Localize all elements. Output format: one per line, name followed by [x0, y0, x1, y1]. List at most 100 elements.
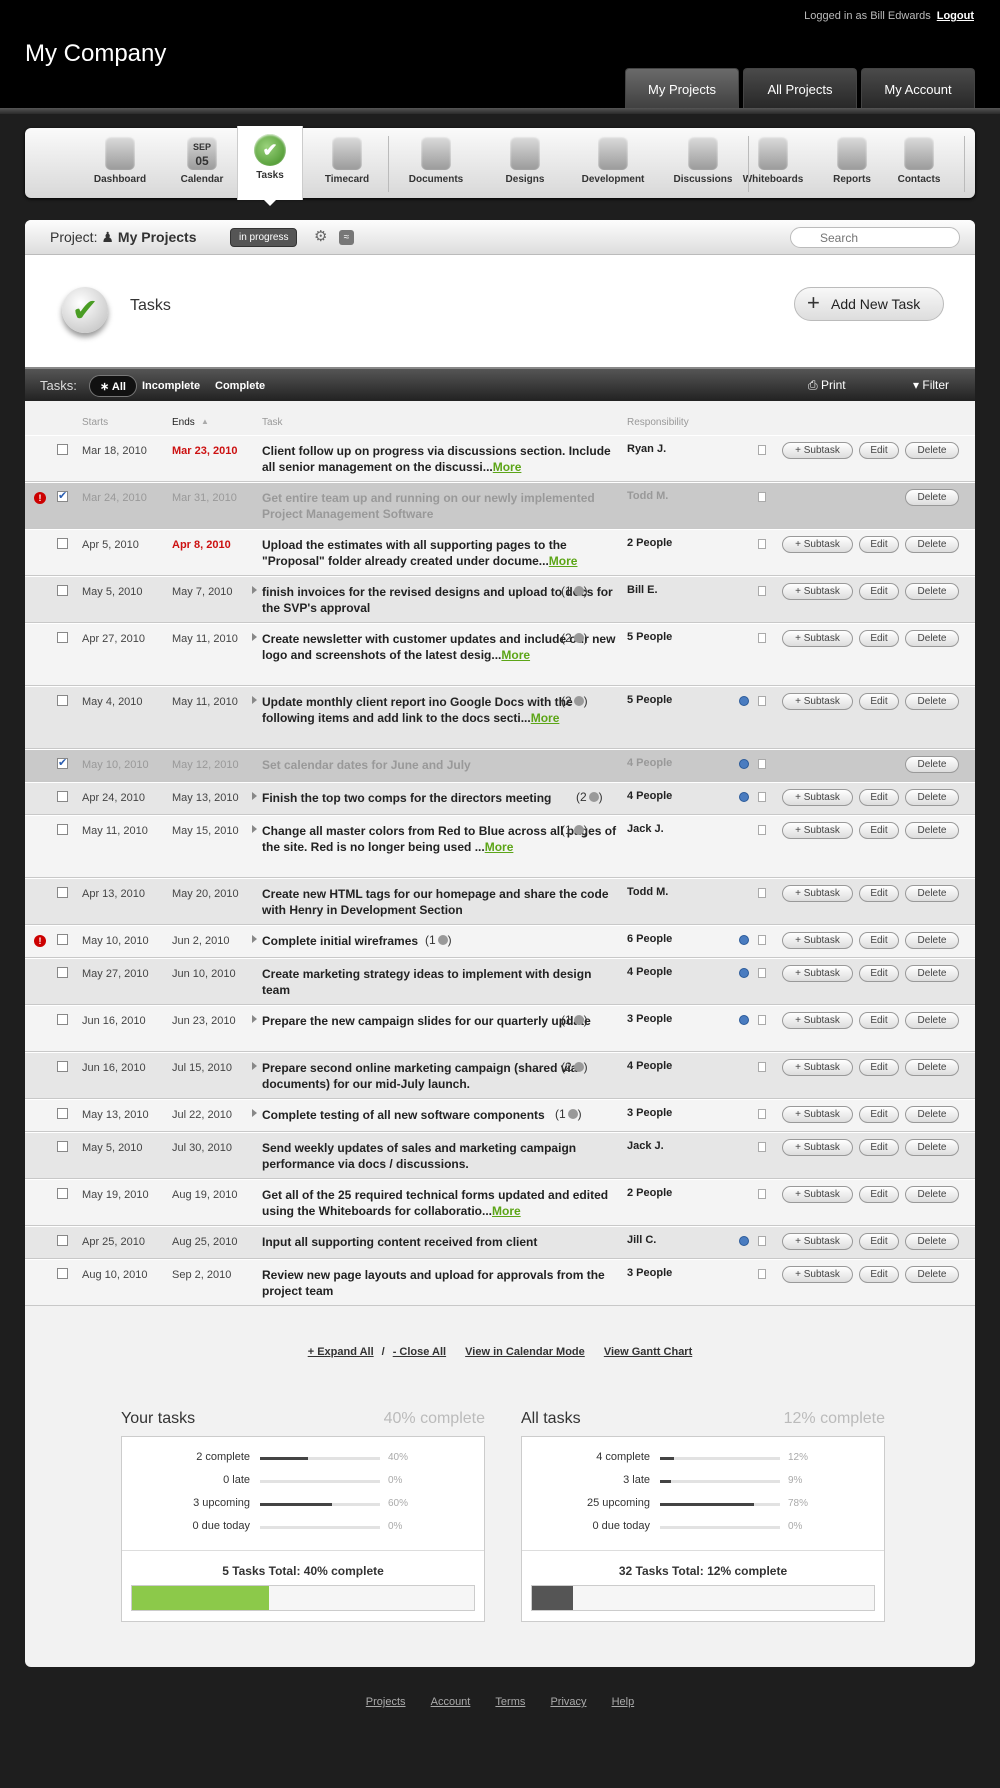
footer-terms-link[interactable]: Terms [495, 1696, 525, 1708]
subtask-button[interactable]: + Subtask [782, 583, 853, 600]
task-checkbox[interactable] [57, 444, 68, 455]
subtask-button[interactable]: + Subtask [782, 693, 853, 710]
delete-button[interactable]: Delete [905, 489, 959, 506]
document-icon[interactable] [758, 539, 766, 549]
toolbar-timecard[interactable]: Timecard [308, 128, 386, 198]
task-checkbox[interactable] [57, 756, 68, 769]
filter-button[interactable]: ▾ Filter [913, 378, 949, 392]
sort-arrow-icon[interactable]: ▲ [201, 417, 209, 426]
task-title[interactable]: Get all of the 25 required technical for… [262, 1188, 608, 1218]
document-icon[interactable] [758, 792, 766, 802]
delete-button[interactable]: Delete [905, 1059, 959, 1076]
subtask-count[interactable]: (2) [561, 694, 588, 708]
toolbar-documents[interactable]: Documents [390, 128, 482, 198]
subtask-button[interactable]: + Subtask [782, 1106, 853, 1123]
document-icon[interactable] [758, 1109, 766, 1119]
gantt-chart-link[interactable]: View Gantt Chart [604, 1346, 692, 1358]
expand-arrow-icon[interactable] [252, 633, 257, 641]
document-icon[interactable] [758, 1189, 766, 1199]
document-icon[interactable] [758, 586, 766, 596]
task-title[interactable]: Complete testing of all new software com… [262, 1108, 545, 1122]
expand-arrow-icon[interactable] [252, 825, 257, 833]
delete-button[interactable]: Delete [905, 822, 959, 839]
task-text[interactable]: Upload the estimates with all supporting… [262, 537, 617, 569]
task-text[interactable]: Client follow up on progress via discuss… [262, 443, 617, 475]
more-link[interactable]: More [493, 460, 522, 474]
task-title[interactable]: Client follow up on progress via discuss… [262, 444, 611, 474]
edit-button[interactable]: Edit [859, 1233, 899, 1250]
task-text[interactable]: Send weekly updates of sales and marketi… [262, 1140, 617, 1172]
toolbar-designs[interactable]: Designs [484, 128, 566, 198]
edit-button[interactable]: Edit [859, 965, 899, 982]
search-input[interactable] [790, 227, 960, 248]
edit-button[interactable]: Edit [859, 1106, 899, 1123]
col-ends[interactable]: Ends [172, 417, 195, 428]
add-new-task-button[interactable]: + Add New Task [794, 287, 944, 321]
document-icon[interactable] [758, 696, 766, 706]
close-all-link[interactable]: - Close All [393, 1346, 446, 1358]
subtask-button[interactable]: + Subtask [782, 789, 853, 806]
project-name[interactable]: My Projects [118, 229, 197, 245]
rss-icon[interactable]: ≈ [339, 230, 354, 245]
task-title[interactable]: Update monthly client report ino Google … [262, 695, 573, 725]
task-checkbox[interactable] [57, 1188, 68, 1199]
task-title[interactable]: Set calendar dates for June and July [262, 758, 471, 772]
edit-button[interactable]: Edit [859, 1059, 899, 1076]
document-icon[interactable] [758, 492, 766, 502]
document-icon[interactable] [758, 1142, 766, 1152]
task-text[interactable]: Set calendar dates for June and July [262, 757, 617, 773]
document-icon[interactable] [758, 633, 766, 643]
more-link[interactable]: More [501, 648, 530, 662]
task-checkbox[interactable] [57, 1141, 68, 1152]
document-icon[interactable] [758, 968, 766, 978]
subtask-button[interactable]: + Subtask [782, 1233, 853, 1250]
edit-button[interactable]: Edit [859, 885, 899, 902]
delete-button[interactable]: Delete [905, 630, 959, 647]
company-logo[interactable]: My Company [25, 40, 166, 68]
expand-arrow-icon[interactable] [252, 1015, 257, 1023]
task-checkbox[interactable] [57, 1235, 68, 1246]
subtask-button[interactable]: + Subtask [782, 1139, 853, 1156]
document-icon[interactable] [758, 888, 766, 898]
filter-tab-incomplete[interactable]: Incomplete [132, 375, 210, 397]
delete-button[interactable]: Delete [905, 693, 959, 710]
footer-account-link[interactable]: Account [431, 1696, 471, 1708]
document-icon[interactable] [758, 1269, 766, 1279]
task-title[interactable]: Send weekly updates of sales and marketi… [262, 1141, 576, 1171]
col-responsibility[interactable]: Responsibility [627, 417, 689, 428]
tab-my-account[interactable]: My Account [861, 68, 975, 110]
subtask-count[interactable]: (1) [561, 823, 588, 837]
footer-help-link[interactable]: Help [612, 1696, 635, 1708]
col-starts[interactable]: Starts [82, 417, 108, 428]
subtask-button[interactable]: + Subtask [782, 1266, 853, 1283]
delete-button[interactable]: Delete [905, 1012, 959, 1029]
subtask-button[interactable]: + Subtask [782, 536, 853, 553]
filter-tab-complete[interactable]: Complete [205, 375, 275, 397]
edit-button[interactable]: Edit [859, 932, 899, 949]
tab-my-projects[interactable]: My Projects [625, 68, 739, 110]
task-checkbox[interactable] [57, 824, 68, 835]
delete-button[interactable]: Delete [905, 1106, 959, 1123]
task-title[interactable]: Prepare the new campaign slides for our … [262, 1014, 591, 1028]
gear-icon[interactable]: ⚙ [314, 229, 330, 245]
logout-link[interactable]: Logout [937, 10, 974, 22]
filter-tab-all[interactable]: ∗ All [89, 375, 137, 397]
expand-arrow-icon[interactable] [252, 696, 257, 704]
calendar-mode-link[interactable]: View in Calendar Mode [465, 1346, 585, 1358]
edit-button[interactable]: Edit [859, 1266, 899, 1283]
subtask-button[interactable]: + Subtask [782, 442, 853, 459]
subtask-button[interactable]: + Subtask [782, 1186, 853, 1203]
edit-button[interactable]: Edit [859, 1139, 899, 1156]
task-checkbox[interactable] [57, 632, 68, 643]
task-title[interactable]: Finish the top two comps for the directo… [262, 791, 551, 805]
edit-button[interactable]: Edit [859, 1186, 899, 1203]
print-button[interactable]: ⎙ Print [808, 378, 846, 393]
task-title[interactable]: Get entire team up and running on our ne… [262, 491, 595, 521]
expand-arrow-icon[interactable] [252, 1062, 257, 1070]
subtask-count[interactable]: (1) [561, 584, 588, 598]
subtask-count[interactable]: (2) [561, 631, 588, 645]
expand-arrow-icon[interactable] [252, 935, 257, 943]
subtask-count[interactable]: (1) [561, 1013, 588, 1027]
delete-button[interactable]: Delete [905, 442, 959, 459]
delete-button[interactable]: Delete [905, 1186, 959, 1203]
